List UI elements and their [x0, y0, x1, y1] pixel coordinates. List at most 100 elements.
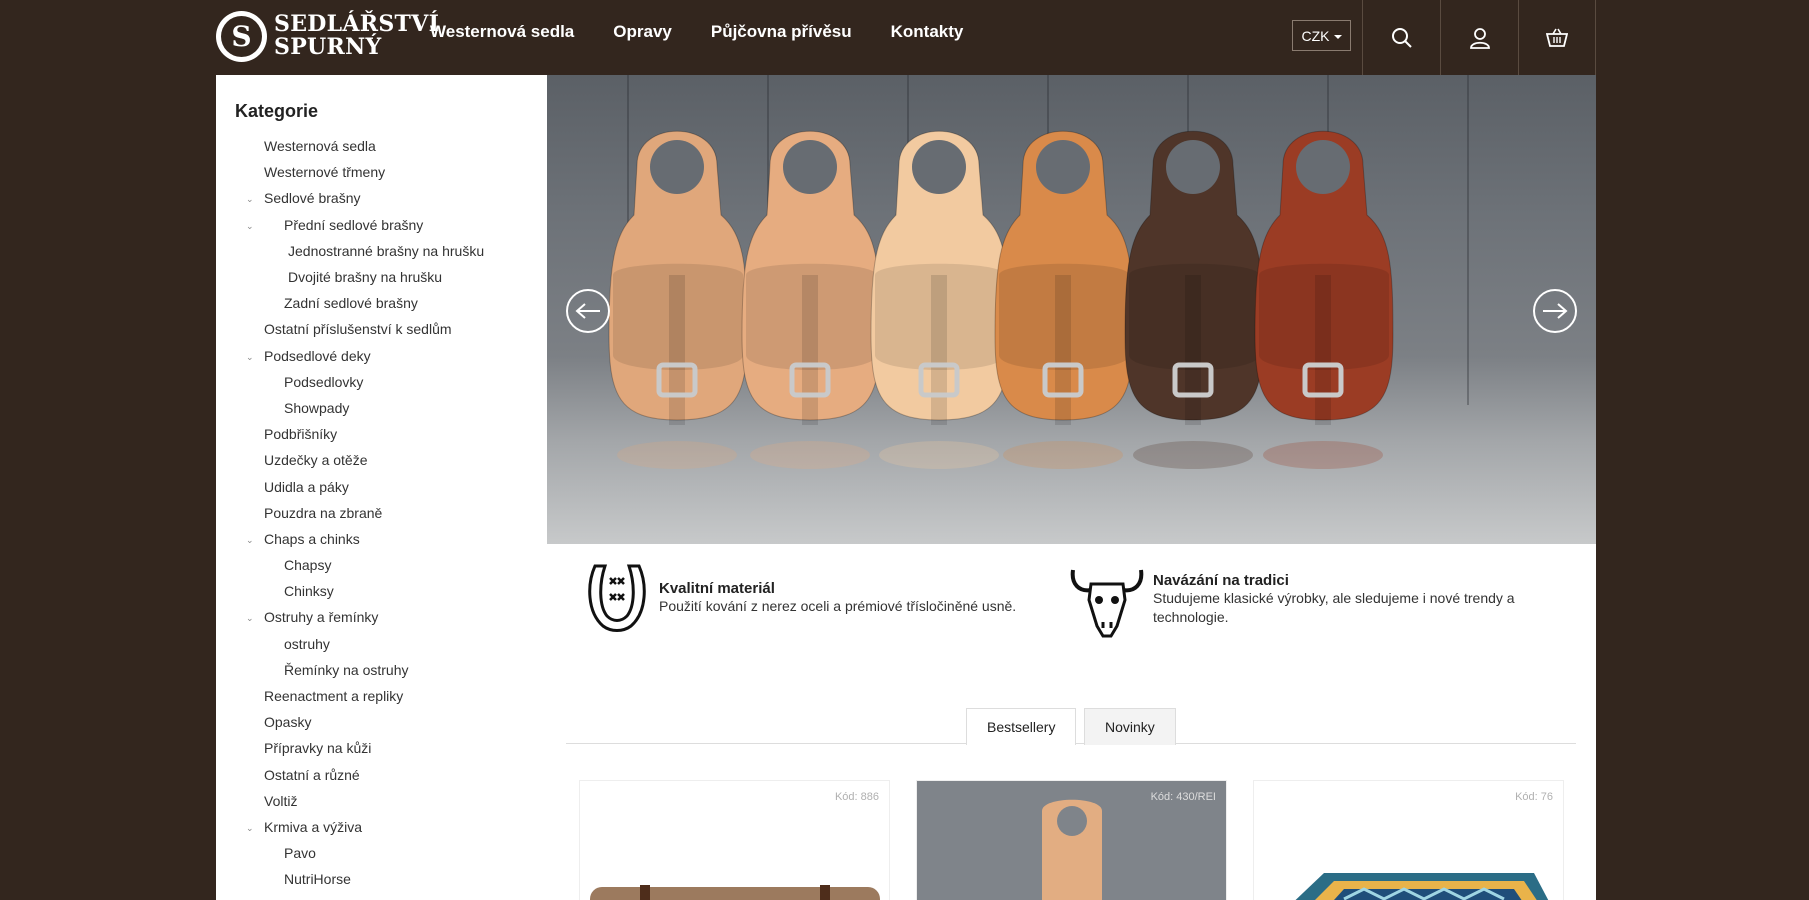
- main-nav: Westernová sedla Opravy Půjčovna přívěsu…: [430, 22, 1002, 42]
- sidebar-category-item[interactable]: Udidla a páky: [216, 473, 547, 499]
- sidebar-category-item[interactable]: Dvojité brašny na hrušku: [216, 264, 547, 290]
- sidebar-category-item[interactable]: Chapsy: [216, 552, 547, 578]
- expand-toggle-icon[interactable]: ⌄: [246, 823, 254, 834]
- horseshoe-icon: [588, 564, 646, 632]
- saddle-bag-image: [1124, 130, 1264, 469]
- tab-bestsellery[interactable]: Bestsellery: [966, 708, 1077, 745]
- search-button[interactable]: [1362, 0, 1440, 75]
- site-logo[interactable]: S SEDLÁŘSTVÍ SPURNÝ: [216, 8, 439, 64]
- sidebar-category-label: Showpady: [284, 399, 350, 416]
- slider-prev-button[interactable]: [566, 289, 610, 333]
- nav-pujcovna-privesu[interactable]: Půjčovna přívěsu: [711, 22, 852, 42]
- sidebar-category-item[interactable]: Podsedlovky: [216, 369, 547, 395]
- site-header: S SEDLÁŘSTVÍ SPURNÝ Westernová sedla Opr…: [216, 0, 1596, 75]
- sidebar-category-item[interactable]: ⌄ Ostruhy a řemínky: [216, 604, 547, 630]
- sidebar-category-item[interactable]: Zadní sedlové brašny: [216, 290, 547, 316]
- sidebar-category-item[interactable]: ⌄ Přední sedlové brašny: [216, 212, 547, 238]
- sidebar-category-item[interactable]: Westernové třmeny: [216, 159, 547, 185]
- sidebar-category-label: Westernové třmeny: [264, 164, 386, 181]
- sidebar-category-item[interactable]: Showpady: [216, 395, 547, 421]
- category-sidebar: Kategorie Westernová sedla Westernové třm…: [216, 75, 547, 900]
- nav-westernova-sedla[interactable]: Westernová sedla: [430, 22, 574, 42]
- product-image: [590, 885, 880, 900]
- category-list: Westernová sedla Westernové třmeny ⌄ Sedlov…: [216, 133, 547, 900]
- sidebar-category-item[interactable]: NutriHorse: [216, 866, 547, 892]
- account-button[interactable]: [1440, 0, 1518, 75]
- caret-down-icon: [1333, 34, 1342, 39]
- sidebar-category-item[interactable]: Voltiž: [216, 788, 547, 814]
- sidebar-category-item[interactable]: ⌄ Sedlové brašny: [216, 185, 547, 211]
- arrow-left-icon: [575, 303, 600, 319]
- expand-toggle-icon[interactable]: ⌄: [246, 352, 254, 363]
- tab-novinky[interactable]: Novinky: [1084, 708, 1176, 745]
- bull-skull-icon: [1070, 569, 1144, 638]
- slider-next-button[interactable]: [1533, 289, 1577, 333]
- product-image: [1042, 799, 1102, 900]
- main-content: Kvalitní materiál Použití kování z nerez…: [547, 544, 1596, 900]
- sidebar-category-item[interactable]: Westernová sedla: [216, 133, 547, 159]
- product-card[interactable]: Kód: 886: [579, 780, 890, 900]
- nav-kontakty[interactable]: Kontakty: [891, 22, 964, 42]
- saddle-bag-image: [994, 130, 1134, 469]
- sidebar-category-item[interactable]: Pouzdra na zbraně: [216, 500, 547, 526]
- sidebar-category-label: Zadní sedlové brašny: [284, 295, 418, 312]
- sidebar-category-item[interactable]: Řemínky na ostruhy: [216, 657, 547, 683]
- sidebar-category-item[interactable]: Přípravky na kůži: [216, 735, 547, 761]
- saddle-bag-image: [741, 130, 881, 469]
- sidebar-category-item[interactable]: ⌄ Podsedlové deky: [216, 343, 547, 369]
- sidebar-category-item[interactable]: Tenjet: [216, 892, 547, 900]
- expand-toggle-icon[interactable]: ⌄: [246, 221, 254, 232]
- header-icons: [1362, 0, 1596, 75]
- cart-button[interactable]: [1518, 0, 1596, 75]
- sidebar-category-label: Dvojité brašny na hrušku: [288, 269, 443, 286]
- sidebar-category-label: Podsedlové deky: [264, 347, 371, 364]
- saddle-bag-image: [870, 130, 1010, 469]
- sidebar-category-label: Přípravky na kůži: [264, 740, 372, 757]
- nav-opravy[interactable]: Opravy: [613, 22, 672, 42]
- sidebar-category-label: Pavo: [284, 845, 316, 862]
- saddle-bag-image: [1254, 130, 1394, 469]
- sidebar-category-label: Sedlové brašny: [264, 190, 361, 207]
- currency-select[interactable]: CZK: [1292, 20, 1351, 51]
- sidebar-category-label: Ostruhy a řemínky: [264, 609, 379, 626]
- sidebar-category-item[interactable]: Opasky: [216, 709, 547, 735]
- sidebar-category-label: Přední sedlové brašny: [284, 216, 424, 233]
- sidebar-category-label: ostruhy: [284, 635, 330, 652]
- feature-quality: Kvalitní materiál Použití kování z nerez…: [585, 564, 1035, 636]
- basket-icon: [1546, 28, 1568, 47]
- expand-toggle-icon[interactable]: ⌄: [246, 194, 254, 205]
- sidebar-category-item[interactable]: Jednostranné brašny na hrušku: [216, 238, 547, 264]
- sidebar-category-label: Ostatní a různé: [264, 766, 360, 783]
- sidebar-category-item[interactable]: Pavo: [216, 840, 547, 866]
- sidebar-category-label: Opasky: [264, 714, 312, 731]
- sidebar-category-label: Pouzdra na zbraně: [264, 504, 383, 521]
- sidebar-category-item[interactable]: ⌄ Chaps a chinks: [216, 526, 547, 552]
- sidebar-category-item[interactable]: ⌄ Krmiva a výživa: [216, 814, 547, 840]
- sidebar-category-label: Uzdečky a otěže: [264, 452, 368, 469]
- sidebar-category-item[interactable]: Podbřišníky: [216, 421, 547, 447]
- sidebar-category-label: Chapsy: [284, 557, 332, 574]
- logo-text: SEDLÁŘSTVÍ SPURNÝ: [274, 11, 440, 60]
- sidebar-category-label: Udidla a páky: [264, 478, 349, 495]
- expand-toggle-icon[interactable]: ⌄: [246, 535, 254, 546]
- sidebar-category-item[interactable]: Uzdečky a otěže: [216, 447, 547, 473]
- hero-slider: [547, 75, 1596, 544]
- sidebar-category-label: Chaps a chinks: [264, 530, 360, 547]
- sidebar-category-item[interactable]: ostruhy: [216, 631, 547, 657]
- sidebar-title: Kategorie: [235, 101, 319, 121]
- sidebar-category-label: NutriHorse: [284, 871, 351, 888]
- sidebar-category-item[interactable]: Reenactment a repliky: [216, 683, 547, 709]
- sidebar-category-label: Chinksy: [284, 583, 334, 600]
- expand-toggle-icon[interactable]: ⌄: [246, 613, 254, 624]
- sidebar-category-item[interactable]: Chinksy: [216, 578, 547, 604]
- saddle-bag-image: [608, 130, 748, 469]
- sidebar-category-label: Krmiva a výživa: [264, 818, 363, 835]
- sidebar-category-label: Voltiž: [264, 792, 298, 809]
- sidebar-category-item[interactable]: Ostatní a různé: [216, 762, 547, 788]
- sidebar-category-item[interactable]: Ostatní příslušenství k sedlům: [216, 316, 547, 342]
- search-icon: [1391, 27, 1412, 48]
- sidebar-category-label: Reenactment a repliky: [264, 688, 404, 705]
- product-card[interactable]: Kód: 76: [1253, 780, 1564, 900]
- hero-image: [608, 130, 1394, 469]
- product-card[interactable]: Kód: 430/REI: [916, 780, 1227, 900]
